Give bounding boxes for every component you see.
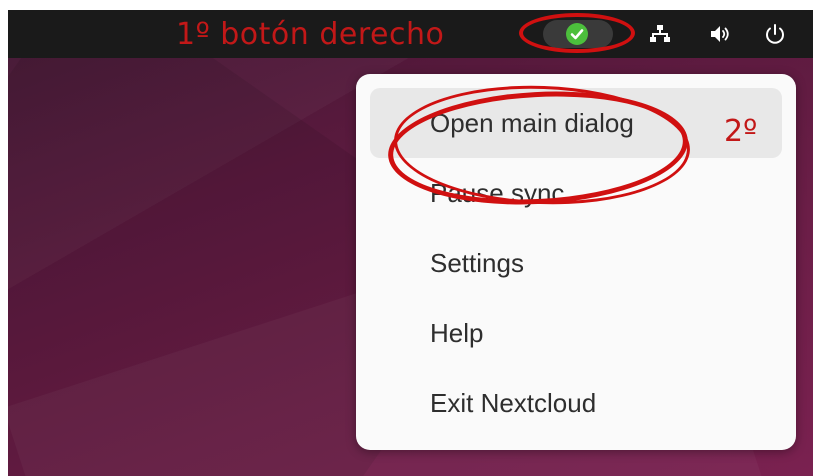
- menu-item-help[interactable]: Help: [370, 298, 782, 368]
- annotation-step-2: 2º: [724, 114, 758, 149]
- volume-icon[interactable]: [708, 22, 732, 46]
- annotation-right-click-step-1: 1º botón derecho: [176, 17, 445, 52]
- top-bar: 1º botón derecho: [8, 10, 813, 58]
- desktop: 1º botón derecho Open main dialog Pause …: [8, 10, 813, 476]
- power-icon[interactable]: [763, 22, 787, 46]
- annotation-circle-tray: [519, 13, 635, 53]
- menu-item-exit-nextcloud[interactable]: Exit Nextcloud: [370, 368, 782, 438]
- network-wired-icon[interactable]: [648, 22, 672, 46]
- menu-item-settings[interactable]: Settings: [370, 228, 782, 298]
